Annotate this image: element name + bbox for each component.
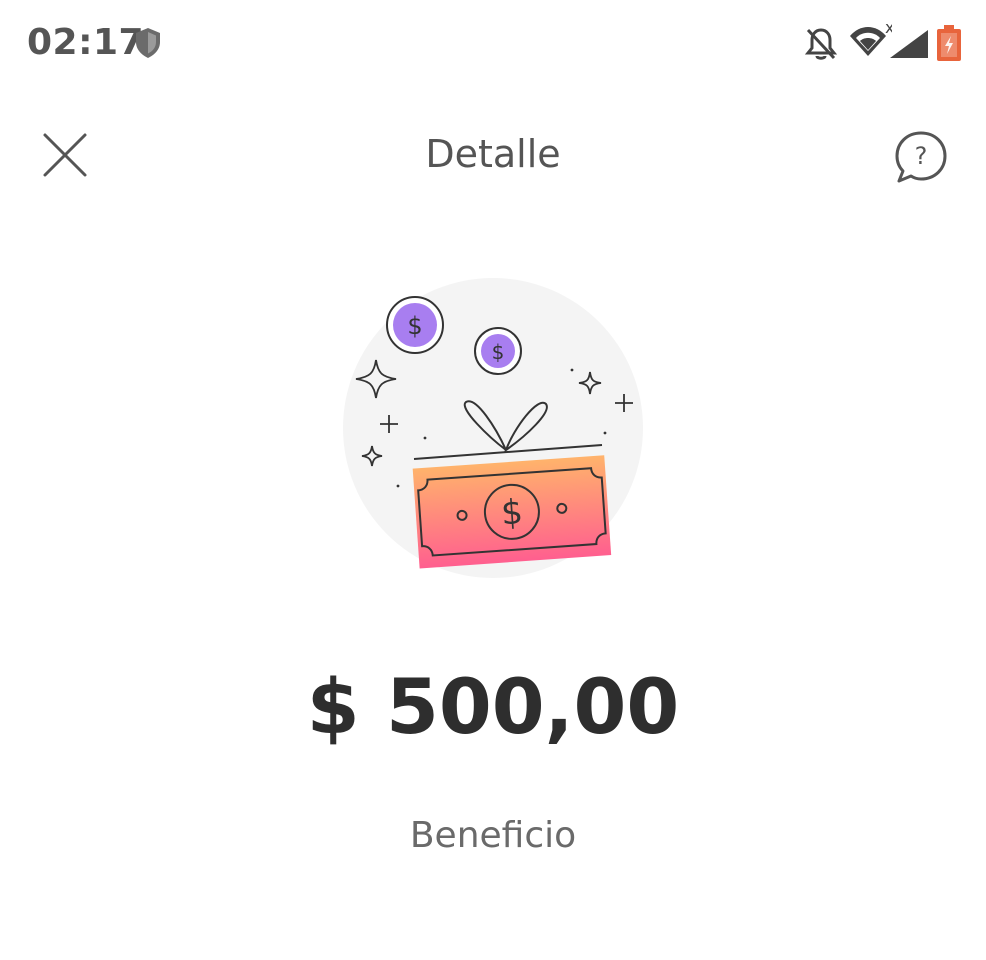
status-bar: 02:17 x — [0, 0, 986, 86]
coin-large-icon: $ — [386, 296, 444, 354]
svg-text:?: ? — [915, 142, 928, 170]
signal-icon — [888, 28, 930, 65]
help-button[interactable]: ? — [888, 124, 954, 190]
svg-text:$: $ — [500, 492, 524, 533]
status-time: 02:17 — [27, 22, 145, 63]
battery-icon — [935, 24, 963, 67]
gift-money-illustration: $ $ $ — [340, 278, 650, 588]
benefit-amount: $ 500,00 — [306, 662, 680, 751]
svg-text:$: $ — [492, 340, 505, 364]
help-icon: ? — [895, 131, 947, 183]
money-bill-icon: $ — [412, 455, 612, 569]
coin-small-icon: $ — [474, 327, 522, 375]
shield-icon — [134, 27, 162, 64]
bell-off-icon — [804, 26, 838, 67]
svg-text:$: $ — [407, 312, 422, 340]
page-title: Detalle — [425, 132, 561, 176]
wifi-icon: x — [848, 18, 894, 65]
app-header: Detalle ? — [0, 110, 986, 200]
benefit-label: Beneficio — [409, 815, 577, 856]
